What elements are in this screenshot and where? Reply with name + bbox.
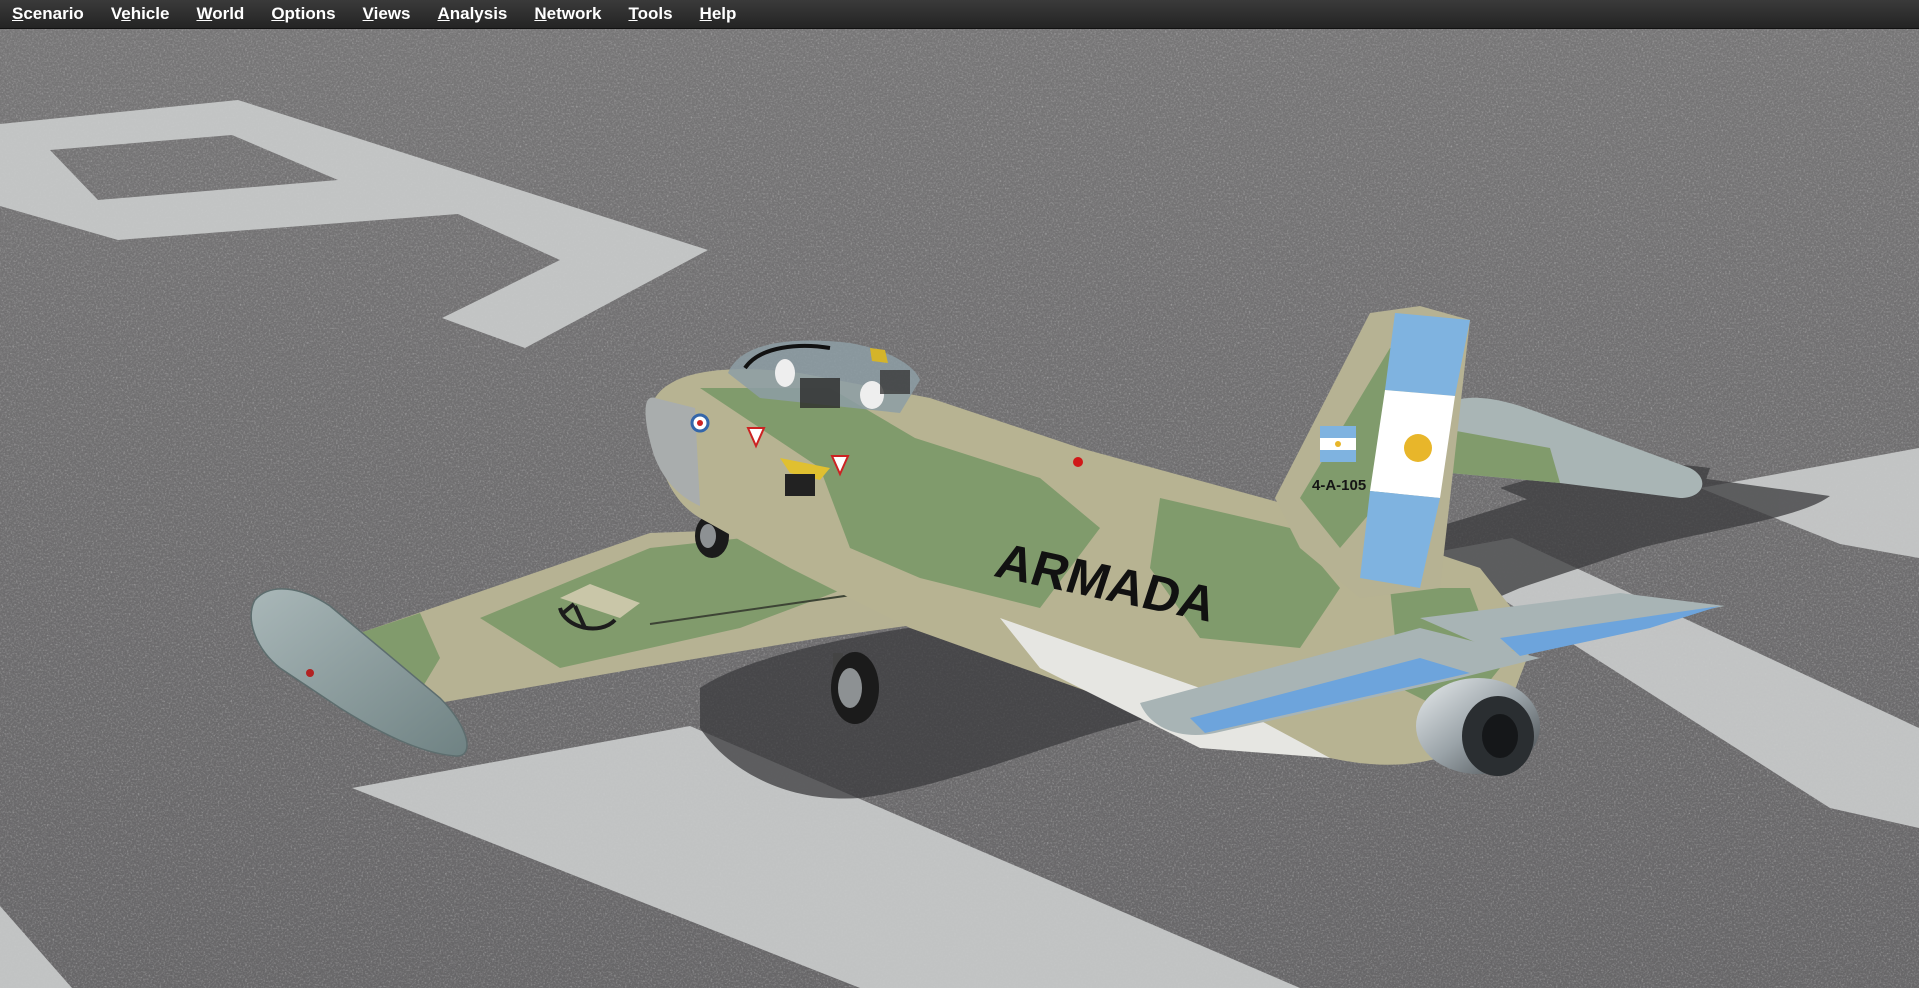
menu-network[interactable]: Network bbox=[534, 4, 601, 24]
sun-of-may-icon bbox=[1404, 434, 1432, 462]
menu-accel: N bbox=[534, 4, 547, 23]
menu-views[interactable]: Views bbox=[363, 4, 411, 24]
simulator-viewport[interactable]: ARMADA 4-A-105 bbox=[0, 28, 1919, 988]
tail-flag-icon bbox=[1320, 426, 1356, 462]
menu-help[interactable]: Help bbox=[700, 4, 737, 24]
menu-label: ptions bbox=[284, 4, 336, 23]
menu-scenario[interactable]: Scenario bbox=[12, 4, 84, 24]
main-landing-gear bbox=[831, 652, 879, 724]
tip-light-icon bbox=[306, 669, 314, 677]
menu-bar: Scenario Vehicle World Options Views Ana… bbox=[0, 0, 1919, 29]
scene-canvas: ARMADA 4-A-105 bbox=[0, 28, 1919, 988]
menu-options[interactable]: Options bbox=[271, 4, 335, 24]
menu-label: hicle bbox=[130, 4, 170, 23]
menu-accel: W bbox=[196, 4, 213, 23]
menu-accel: T bbox=[628, 4, 638, 23]
menu-label: iews bbox=[373, 4, 411, 23]
roundel-insignia bbox=[690, 413, 710, 433]
menu-label: ools bbox=[637, 4, 673, 23]
beacon-light-icon bbox=[1073, 457, 1083, 467]
menu-analysis[interactable]: Analysis bbox=[437, 4, 507, 24]
menu-label: etwork bbox=[546, 4, 602, 23]
menu-accel: O bbox=[271, 4, 285, 23]
menu-accel: A bbox=[437, 4, 450, 23]
menu-label: orld bbox=[212, 4, 245, 23]
menu-accel: e bbox=[121, 4, 131, 23]
menu-label: cenario bbox=[23, 4, 84, 23]
menu-accel: H bbox=[699, 4, 712, 23]
menu-tools[interactable]: Tools bbox=[628, 4, 672, 24]
menu-vehicle[interactable]: Vehicle bbox=[111, 4, 170, 24]
menu-accel: S bbox=[12, 4, 24, 23]
menu-world[interactable]: World bbox=[196, 4, 244, 24]
menu-label: nalysis bbox=[449, 4, 508, 23]
menu-label: elp bbox=[711, 4, 737, 23]
menu-accel: V bbox=[362, 4, 374, 23]
tail-code: 4-A-105 bbox=[1312, 477, 1366, 494]
menu-label-prefix: V bbox=[110, 4, 122, 23]
